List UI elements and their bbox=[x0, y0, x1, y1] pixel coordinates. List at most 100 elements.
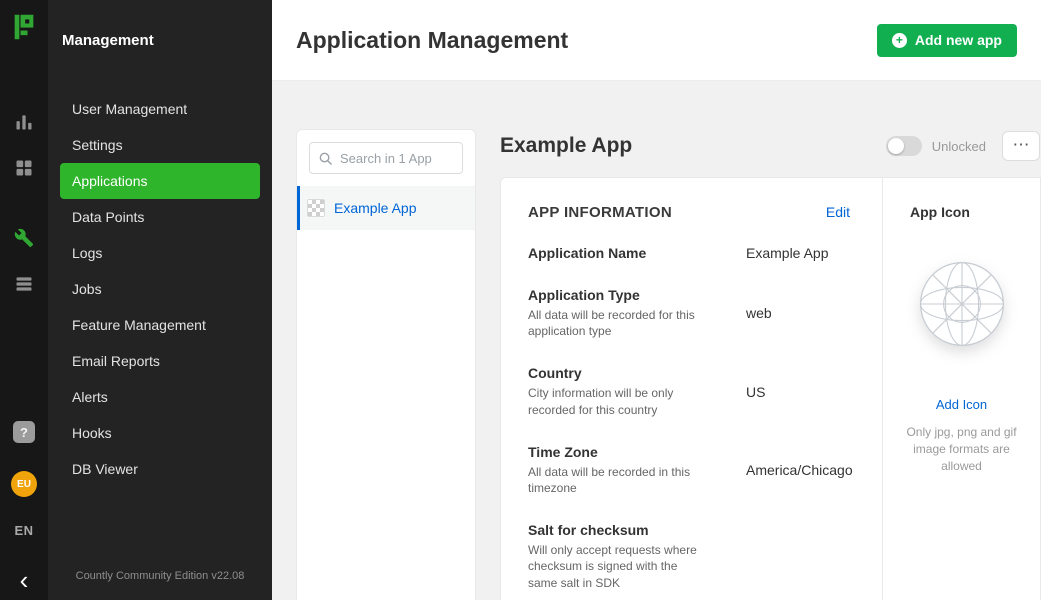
sidebar-item-email-reports[interactable]: Email Reports bbox=[60, 343, 260, 379]
app-root: ? EU EN ‹ Management User Management Set… bbox=[0, 0, 1041, 600]
app-thumbnail-icon bbox=[307, 199, 325, 217]
more-options-button[interactable]: ⋯ bbox=[1002, 131, 1040, 161]
management-sidebar: Management User Management Settings Appl… bbox=[48, 0, 272, 600]
app-icon-title: App Icon bbox=[883, 204, 970, 220]
app-list-item[interactable]: Example App bbox=[297, 186, 475, 230]
field-description: All data will be recorded in this timezo… bbox=[528, 464, 700, 496]
sidebar-item-label: Feature Management bbox=[72, 317, 206, 333]
rail-item-analytics[interactable] bbox=[8, 106, 40, 138]
icon-format-note: Only jpg, png and gif image formats are … bbox=[898, 424, 1026, 474]
grid-icon bbox=[14, 158, 34, 178]
avatar[interactable]: EU bbox=[11, 471, 37, 497]
add-new-app-button[interactable]: + Add new app bbox=[877, 24, 1017, 57]
field-meta: Application Name bbox=[528, 245, 746, 261]
stack-icon bbox=[14, 274, 34, 294]
app-search bbox=[309, 142, 463, 174]
app-list-item-label: Example App bbox=[334, 200, 417, 216]
version-text: Countly Community Edition v22.08 bbox=[48, 552, 272, 600]
main-area: Application Management + Add new app bbox=[272, 0, 1041, 600]
app-icon-card: App Icon bbox=[882, 178, 1040, 600]
help-button[interactable]: ? bbox=[13, 421, 35, 443]
app-detail-panel: Example App Unlocked ⋯ APP INFORMATION bbox=[500, 129, 1041, 600]
field-label: Country bbox=[528, 365, 722, 381]
lock-status-label: Unlocked bbox=[932, 139, 986, 154]
page-title: Application Management bbox=[296, 27, 568, 54]
detail-header: Example App Unlocked ⋯ bbox=[500, 129, 1041, 163]
field-label: Application Type bbox=[528, 287, 722, 303]
sidebar-item-applications[interactable]: Applications bbox=[60, 163, 260, 199]
field-label: Salt for checksum bbox=[528, 522, 722, 538]
sidebar-item-logs[interactable]: Logs bbox=[60, 235, 260, 271]
field-meta: Salt for checksum Will only accept reque… bbox=[528, 522, 746, 591]
toggle-knob bbox=[888, 138, 904, 154]
sidebar-title: Management bbox=[48, 0, 272, 81]
app-info-header: APP INFORMATION Edit bbox=[528, 204, 850, 221]
globe-icon bbox=[916, 258, 1008, 350]
app-title: Example App bbox=[500, 134, 632, 158]
language-selector[interactable]: EN bbox=[14, 523, 33, 538]
sidebar-item-hooks[interactable]: Hooks bbox=[60, 415, 260, 451]
field-meta: Time Zone All data will be recorded in t… bbox=[528, 444, 746, 496]
field-description: Will only accept requests where checksum… bbox=[528, 542, 700, 591]
main-header: Application Management + Add new app bbox=[272, 0, 1041, 81]
sidebar-item-label: Alerts bbox=[72, 389, 108, 405]
countly-logo[interactable] bbox=[9, 12, 39, 42]
sidebar-item-label: Applications bbox=[72, 173, 148, 189]
icon-rail: ? EU EN ‹ bbox=[0, 0, 48, 600]
bar-chart-icon bbox=[14, 112, 34, 132]
lock-control: Unlocked bbox=[886, 136, 986, 156]
sidebar-item-label: Logs bbox=[72, 245, 102, 261]
rail-item-dashboards[interactable] bbox=[8, 152, 40, 184]
field-description: All data will be recorded for this appli… bbox=[528, 307, 700, 339]
wrench-icon bbox=[14, 228, 34, 248]
sidebar-item-label: User Management bbox=[72, 101, 187, 117]
field-row: Application Name Example App bbox=[528, 245, 850, 261]
field-label: Time Zone bbox=[528, 444, 722, 460]
ellipsis-icon: ⋯ bbox=[1013, 135, 1030, 154]
rail-nav bbox=[8, 106, 40, 314]
sidebar-item-label: Hooks bbox=[72, 425, 112, 441]
add-new-app-label: Add new app bbox=[915, 32, 1002, 48]
field-label: Application Name bbox=[528, 245, 722, 261]
field-value: Example App bbox=[746, 245, 829, 261]
sidebar-item-label: Jobs bbox=[72, 281, 102, 297]
lock-toggle[interactable] bbox=[886, 136, 922, 156]
add-icon-button[interactable]: Add Icon bbox=[936, 397, 987, 412]
sidebar-item-data-points[interactable]: Data Points bbox=[60, 199, 260, 235]
sidebar-item-jobs[interactable]: Jobs bbox=[60, 271, 260, 307]
question-icon: ? bbox=[20, 425, 28, 440]
sidebar-item-alerts[interactable]: Alerts bbox=[60, 379, 260, 415]
app-info-card: APP INFORMATION Edit Application Name Ex… bbox=[501, 178, 882, 600]
sidebar-menu: User Management Settings Applications Da… bbox=[48, 81, 272, 552]
countly-logo-icon bbox=[10, 13, 38, 41]
app-icon-placeholder bbox=[916, 258, 1008, 355]
sidebar-item-label: DB Viewer bbox=[72, 461, 138, 477]
avatar-initials: EU bbox=[17, 479, 31, 490]
field-description: City information will be only recorded f… bbox=[528, 385, 700, 417]
sidebar-item-db-viewer[interactable]: DB Viewer bbox=[60, 451, 260, 487]
field-row: Time Zone All data will be recorded in t… bbox=[528, 444, 850, 496]
chevron-left-icon: ‹ bbox=[20, 565, 29, 595]
field-meta: Country City information will be only re… bbox=[528, 365, 746, 417]
field-row: Application Type All data will be record… bbox=[528, 287, 850, 339]
edit-button[interactable]: Edit bbox=[826, 204, 850, 220]
detail-cards: APP INFORMATION Edit Application Name Ex… bbox=[500, 177, 1041, 600]
app-list-panel: Example App bbox=[296, 129, 476, 600]
field-value: America/Chicago bbox=[746, 462, 853, 478]
sidebar-item-label: Settings bbox=[72, 137, 123, 153]
rail-item-data[interactable] bbox=[8, 268, 40, 300]
field-value: web bbox=[746, 305, 772, 321]
plus-icon: + bbox=[892, 33, 907, 48]
field-meta: Application Type All data will be record… bbox=[528, 287, 746, 339]
sidebar-item-feature-management[interactable]: Feature Management bbox=[60, 307, 260, 343]
sidebar-item-settings[interactable]: Settings bbox=[60, 127, 260, 163]
sidebar-collapse-button[interactable]: ‹ bbox=[20, 570, 29, 590]
field-row: Salt for checksum Will only accept reque… bbox=[528, 522, 850, 591]
app-info-title: APP INFORMATION bbox=[528, 204, 672, 221]
field-row: Country City information will be only re… bbox=[528, 365, 850, 417]
sidebar-item-label: Data Points bbox=[72, 209, 144, 225]
sidebar-item-user-management[interactable]: User Management bbox=[60, 91, 260, 127]
content-area: Example App Example App Unlocked ⋯ bbox=[272, 81, 1041, 600]
search-icon bbox=[318, 151, 333, 166]
rail-item-management[interactable] bbox=[8, 222, 40, 254]
